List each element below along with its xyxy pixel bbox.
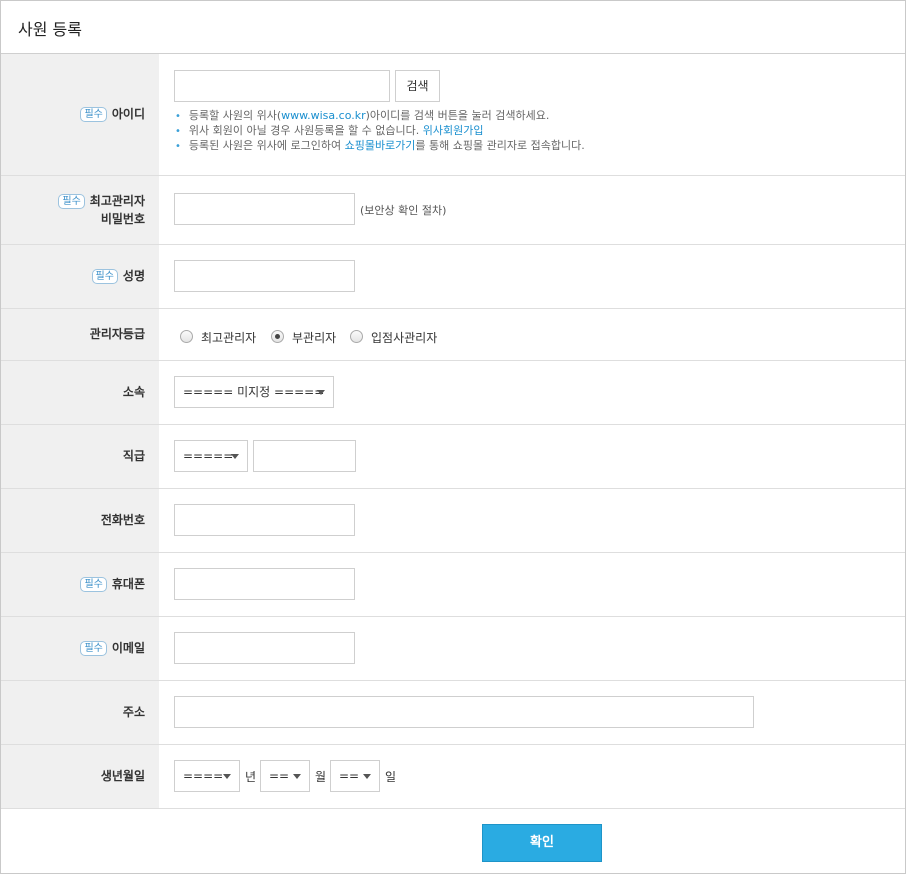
id-note-2: • 위사 회원이 아닐 경우 사원등록을 할 수 없습니다. 위사회원가입 — [175, 124, 484, 137]
month-unit: 월 — [315, 770, 327, 784]
bullet-icon: • — [175, 141, 181, 152]
name-input[interactable] — [174, 260, 355, 292]
wisa-signup-link[interactable]: 위사회원가입 — [423, 124, 484, 137]
id-input[interactable] — [174, 70, 390, 102]
page-title: 사원 등록 — [18, 20, 82, 39]
address-label: 주소 — [122, 705, 145, 719]
wisa-site-link[interactable]: www.wisa.co.kr — [281, 109, 365, 122]
confirm-button[interactable]: 확인 — [482, 824, 602, 862]
required-badge: 필수 — [58, 194, 85, 209]
row-address-label-cell: 주소 — [1, 681, 159, 744]
shop-shortcut-link[interactable]: 쇼핑몰바로가기 — [345, 139, 416, 152]
address-input[interactable] — [174, 696, 754, 728]
grade-option-vendor-label: 입점사관리자 — [371, 331, 438, 345]
chevron-down-icon — [317, 390, 325, 395]
search-button[interactable]: 검색 — [395, 70, 440, 102]
row-name-label-cell: 필수 성명 — [1, 245, 159, 308]
row-dept: 소속 ===== 미지정 ===== — [1, 361, 905, 425]
row-id-label-cell: 필수 아이디 — [1, 54, 159, 175]
required-badge: 필수 — [80, 577, 107, 592]
bullet-icon: • — [175, 126, 181, 137]
row-email-label-cell: 필수 이메일 — [1, 617, 159, 680]
password-label-line2: 비밀번호 — [100, 212, 145, 226]
dept-select[interactable]: ===== 미지정 ===== — [174, 376, 334, 408]
row-name: 필수 성명 — [1, 245, 905, 309]
phone-input[interactable] — [174, 504, 355, 536]
year-unit: 년 — [245, 770, 257, 784]
day-unit: 일 — [385, 770, 397, 784]
row-email: 필수 이메일 — [1, 617, 905, 681]
row-birth-label-cell: 생년월일 — [1, 745, 159, 808]
chevron-down-icon — [231, 454, 239, 459]
password-label-line1: 최고관리자 — [89, 194, 145, 208]
grade-option-sub-label: 부관리자 — [292, 331, 337, 345]
password-input[interactable] — [174, 193, 355, 225]
birth-month-select[interactable]: == — [260, 760, 310, 792]
row-password-label-cell: 필수 최고관리자 비밀번호 — [1, 176, 159, 244]
dept-label: 소속 — [122, 385, 145, 399]
id-note-1: • 등록할 사원의 위사(www.wisa.co.kr)아이디를 검색 버튼을 눌… — [175, 109, 550, 122]
chevron-down-icon — [293, 774, 301, 779]
required-badge: 필수 — [80, 107, 107, 122]
row-address: 주소 — [1, 681, 905, 745]
title-bar: 사원 등록 — [1, 1, 905, 54]
row-position: 직급 ===== — [1, 425, 905, 489]
required-badge: 필수 — [91, 269, 118, 284]
birth-year-select[interactable]: ==== — [174, 760, 240, 792]
row-mobile: 필수 휴대폰 — [1, 553, 905, 617]
chevron-down-icon — [363, 774, 371, 779]
birth-label: 생년월일 — [100, 769, 145, 783]
position-input[interactable] — [253, 440, 356, 472]
chevron-down-icon — [223, 774, 231, 779]
password-hint: (보안상 확인 절차) — [360, 204, 447, 217]
required-badge: 필수 — [80, 641, 107, 656]
grade-radio-super[interactable] — [180, 330, 193, 343]
grade-radio-vendor[interactable] — [350, 330, 363, 343]
mobile-label: 휴대폰 — [111, 577, 145, 591]
grade-option-super-label: 최고관리자 — [201, 331, 257, 345]
bullet-icon: • — [175, 111, 181, 122]
row-dept-label-cell: 소속 — [1, 361, 159, 424]
row-birth: 생년월일 ==== 년 == 월 == 일 — [1, 745, 905, 809]
row-grade-label-cell: 관리자등급 — [1, 309, 159, 360]
grade-label: 관리자등급 — [89, 327, 145, 341]
birth-day-select[interactable]: == — [330, 760, 380, 792]
position-select[interactable]: ===== — [174, 440, 248, 472]
phone-label: 전화번호 — [100, 513, 145, 527]
row-mobile-label-cell: 필수 휴대폰 — [1, 553, 159, 616]
row-position-label-cell: 직급 — [1, 425, 159, 488]
row-phone-label-cell: 전화번호 — [1, 489, 159, 552]
email-label: 이메일 — [111, 641, 145, 655]
grade-radio-sub[interactable] — [271, 330, 284, 343]
row-password: 필수 최고관리자 비밀번호 (보안상 확인 절차) — [1, 176, 905, 245]
employee-register-panel: 사원 등록 필수 아이디 검색 • 등록할 사원의 위사(www.wisa.co.k… — [0, 0, 906, 874]
mobile-input[interactable] — [174, 568, 355, 600]
name-label: 성명 — [122, 269, 145, 283]
row-id: 필수 아이디 검색 • 등록할 사원의 위사(www.wisa.co.kr)아이디를… — [1, 54, 905, 176]
row-grade: 관리자등급 최고관리자 부관리자 입점사관리자 — [1, 309, 905, 361]
id-label: 아이디 — [111, 107, 145, 121]
row-phone: 전화번호 — [1, 489, 905, 553]
email-input[interactable] — [174, 632, 355, 664]
id-note-3: • 등록된 사원은 위사에 로그인하여 쇼핑몰바로가기를 통해 쇼핑몰 관리자로 … — [175, 139, 585, 152]
position-label: 직급 — [122, 449, 145, 463]
